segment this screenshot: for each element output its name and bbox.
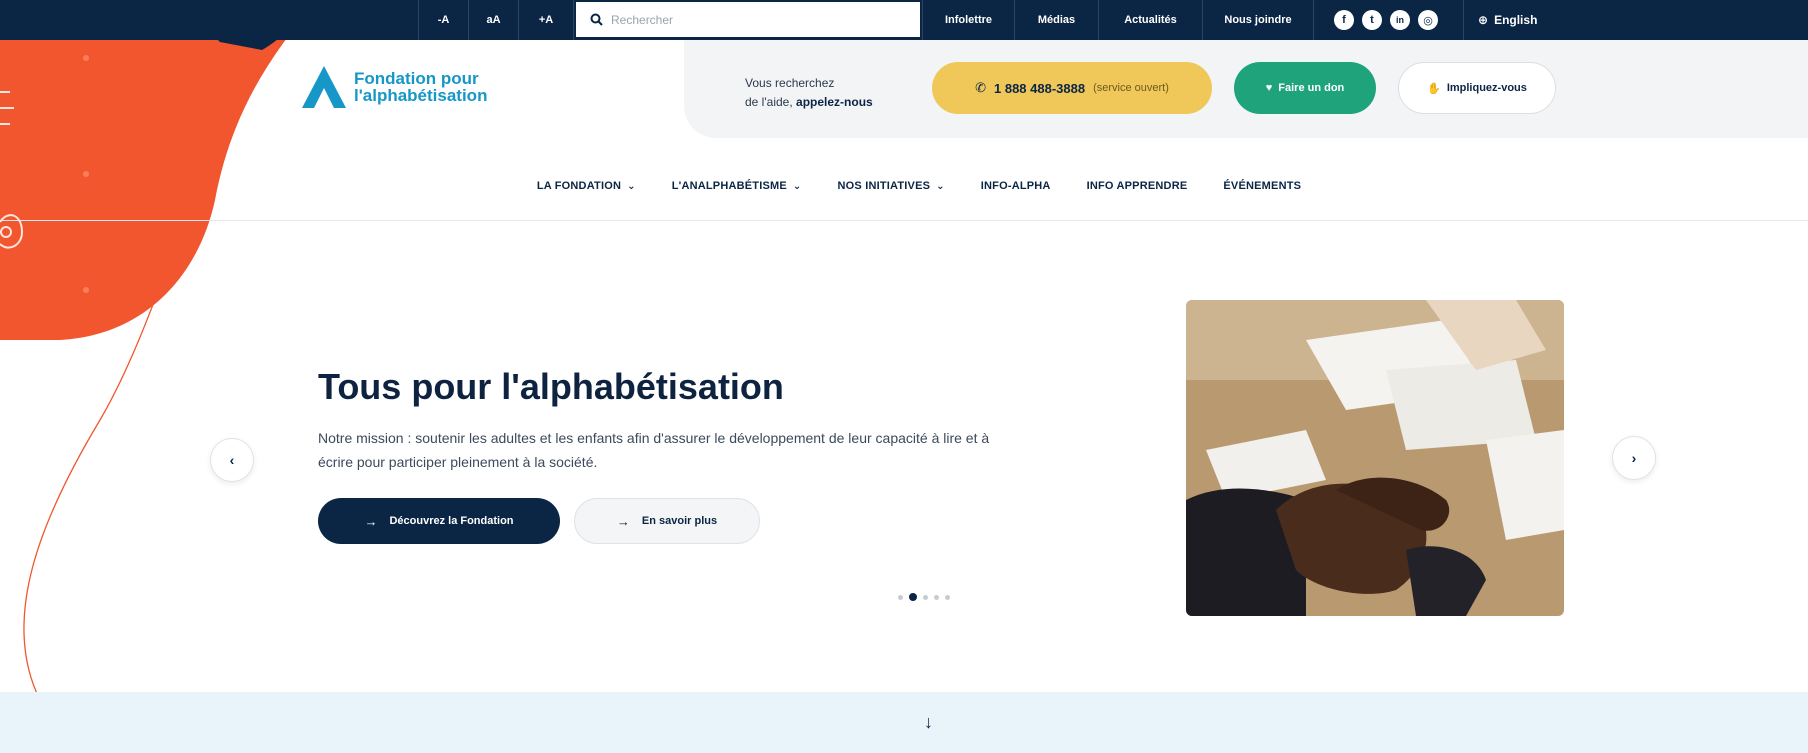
arrow-down-icon[interactable]: ↓ [924, 712, 933, 733]
decorative-shape [0, 0, 318, 753]
carousel-dot[interactable] [934, 594, 939, 600]
nav-label: LA FONDATION [536, 180, 622, 192]
nav-la-fondation[interactable]: LA FONDATION ⌄ [537, 160, 636, 212]
nav-label: INFO-ALPHA [980, 180, 1051, 192]
phone-number: 1 888 488-3888 [994, 80, 1086, 96]
nav-info-alpha[interactable]: INFO-ALPHA [981, 160, 1051, 212]
nav-label: L'ANALPHABÉTISME [671, 180, 787, 192]
nav-nos-initiatives[interactable]: NOS INITIATIVES ⌄ [838, 160, 945, 212]
font-increase-button[interactable]: +A [518, 0, 574, 40]
chevron-left-icon: ‹ [229, 452, 235, 468]
logo-line-2: l'alphabétisation [354, 86, 488, 105]
carousel-next-button[interactable]: › [1612, 436, 1656, 480]
section-band [0, 692, 1808, 753]
phone-status: (service ouvert) [1093, 82, 1169, 94]
carousel-dot[interactable] [923, 594, 928, 600]
involve-label: Impliquez-vous [1446, 82, 1527, 94]
learn-more-button[interactable]: → En savoir plus [574, 498, 760, 544]
carousel-dot[interactable] [898, 594, 903, 600]
linkedin-icon[interactable]: in [1390, 10, 1410, 30]
carousel-dot[interactable] [945, 594, 950, 600]
newsletter-link[interactable]: Infolettre [922, 0, 1014, 40]
media-link[interactable]: Médias [1014, 0, 1098, 40]
chevron-down-icon: ⌄ [936, 180, 945, 192]
nav-label: INFO APPRENDRE [1086, 180, 1188, 192]
help-line-2: de l'aide, appelez-nous [745, 93, 873, 112]
font-reset-button[interactable]: aA [468, 0, 518, 40]
help-call-us: appelez-nous [796, 95, 873, 109]
hero-description: Notre mission : soutenir les adultes et … [318, 430, 990, 470]
nav-label: ÉVÉNEMENTS [1223, 180, 1302, 192]
heart-icon: ♥ [1265, 82, 1273, 94]
carousel-prev-button[interactable]: ‹ [210, 438, 254, 482]
instagram-icon[interactable]: ◎ [1418, 10, 1438, 30]
site-logo[interactable]: Fondation pour l'alphabétisation [302, 66, 487, 108]
cta-secondary-label: En savoir plus [641, 515, 718, 527]
help-text: Vous recherchez de l'aide, appelez-nous [745, 74, 873, 112]
facebook-icon[interactable]: f [1334, 10, 1354, 30]
nav-analphabetisme[interactable]: L'ANALPHABÉTISME ⌄ [672, 160, 802, 212]
search-icon[interactable] [590, 13, 603, 26]
arrow-right-icon: → [616, 513, 630, 529]
arrow-right-icon: → [364, 513, 378, 529]
nav-info-apprendre[interactable]: INFO APPRENDRE [1087, 160, 1188, 212]
search-box [576, 2, 920, 37]
help-line-1: Vous recherchez [745, 76, 835, 90]
globe-icon: ⊕ [1478, 13, 1489, 27]
nav-evenements[interactable]: ÉVÉNEMENTS [1223, 160, 1301, 212]
nav-label: NOS INITIATIVES [837, 180, 931, 192]
hero-image [1186, 300, 1564, 616]
donate-label: Faire un don [1278, 82, 1345, 94]
language-label: English [1494, 13, 1538, 27]
phone-icon: ✆ [975, 80, 986, 95]
twitter-icon[interactable]: t [1362, 10, 1382, 30]
discover-foundation-button[interactable]: → Découvrez la Fondation [318, 498, 560, 544]
phone-button[interactable]: ✆ 1 888 488-3888 (service ouvert) [932, 62, 1212, 114]
font-decrease-button[interactable]: -A [418, 0, 468, 40]
donate-button[interactable]: ♥ Faire un don [1234, 62, 1376, 114]
logo-line-1: Fondation pour [354, 69, 479, 88]
logo-mark-icon [302, 66, 346, 108]
carousel-dot[interactable] [909, 593, 917, 601]
main-navigation: LA FONDATION ⌄ L'ANALPHABÉTISME ⌄ NOS IN… [0, 160, 1808, 212]
carousel-dots [898, 593, 956, 601]
language-switch[interactable]: ⊕ English [1463, 0, 1537, 40]
chevron-right-icon: › [1631, 450, 1637, 466]
hand-icon: ✋ [1427, 82, 1441, 95]
help-line-2-prefix: de l'aide, [745, 95, 793, 109]
cta-primary-label: Découvrez la Fondation [389, 515, 514, 527]
top-utility-bar: -A aA +A Infolettre Médias Actualités No… [0, 0, 1808, 40]
contact-link[interactable]: Nous joindre [1202, 0, 1314, 40]
search-input[interactable] [611, 12, 911, 27]
get-involved-button[interactable]: ✋ Impliquez-vous [1398, 62, 1556, 114]
chevron-down-icon: ⌄ [792, 180, 802, 192]
news-link[interactable]: Actualités [1098, 0, 1202, 40]
chevron-down-icon: ⌄ [627, 180, 636, 192]
hero-title: Tous pour l'alphabétisation [318, 366, 784, 407]
nav-divider [0, 220, 1808, 221]
